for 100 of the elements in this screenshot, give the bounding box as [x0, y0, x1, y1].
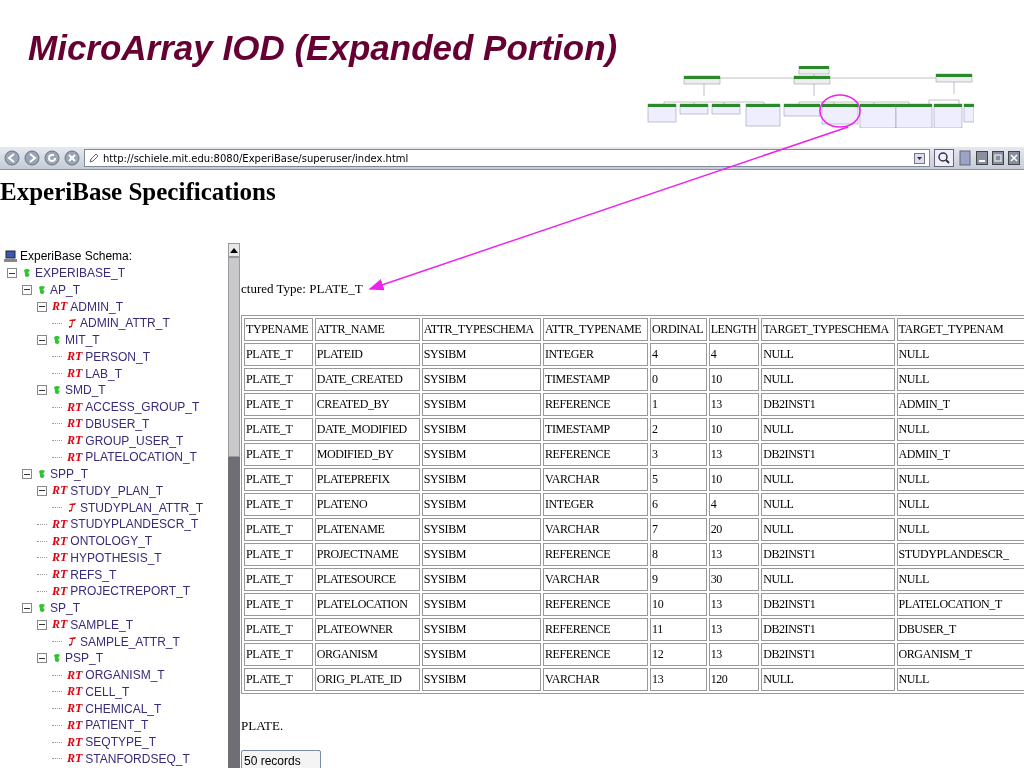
tree-item[interactable]: CHEMICAL_T [85, 701, 162, 716]
expand-toggle[interactable] [37, 385, 47, 396]
table-cell: VARCHAR [543, 518, 649, 541]
reference-type-icon: RT [52, 583, 68, 599]
table-cell: PLATE_T [244, 393, 313, 416]
tree-item[interactable]: GROUP_USER_T [85, 433, 184, 448]
expand-toggle[interactable] [37, 485, 47, 496]
tree-item[interactable]: ONTOLOGY_T [70, 534, 153, 549]
footer-text: PLATE. [241, 718, 285, 734]
dropdown-icon[interactable] [914, 152, 925, 164]
expand-toggle[interactable] [22, 469, 32, 480]
tree-item[interactable]: SPP_T [50, 467, 88, 482]
table-cell: 4 [650, 343, 707, 366]
refresh-icon[interactable] [44, 150, 60, 166]
expand-toggle[interactable] [22, 603, 32, 614]
back-icon[interactable] [4, 150, 20, 166]
tree-item[interactable]: PROJECTREPORT_T [70, 584, 191, 599]
reference-type-icon: RT [67, 701, 83, 717]
table-cell: 13 [708, 618, 760, 641]
table-cell: REFERENCE [543, 643, 649, 666]
table-cell: PLATEPREFIX [314, 468, 420, 491]
records-button[interactable]: 50 records [241, 750, 321, 768]
table-cell: REFERENCE [543, 543, 649, 566]
reference-type-icon: RT [67, 366, 83, 382]
tree-item[interactable]: ADMIN_T [70, 299, 123, 314]
scroll-up-icon[interactable] [230, 247, 238, 253]
column-header: TYPENAME [244, 318, 313, 341]
table-cell: PLATE_T [244, 643, 313, 666]
reference-type-icon: RT [67, 449, 83, 465]
forward-icon[interactable] [24, 150, 40, 166]
restore-icon[interactable] [992, 151, 1004, 165]
table-cell: PLATEOWNER [314, 618, 420, 641]
tree-item[interactable]: SEQTYPE_T [85, 735, 157, 750]
stop-icon[interactable] [64, 150, 80, 166]
table-cell: 9 [650, 568, 707, 591]
table-cell: SYSIBM [421, 568, 541, 591]
reference-type-icon: RT [67, 751, 83, 767]
tree-item[interactable]: MIT_T [65, 333, 100, 348]
column-header: ATTR_TYPESCHEMA [421, 318, 541, 341]
expand-toggle[interactable] [37, 619, 47, 630]
table-cell: PLATESOURCE [314, 568, 420, 591]
expand-toggle[interactable] [37, 301, 47, 312]
table-cell: DBUSER_T [896, 618, 1024, 641]
table-cell: NULL [761, 568, 895, 591]
expand-toggle[interactable] [37, 653, 47, 664]
table-cell: REFERENCE [543, 593, 649, 616]
tree-item[interactable]: CELL_T [85, 684, 130, 699]
tree-item[interactable]: ACCESS_GROUP_T [85, 400, 200, 415]
table-cell: 20 [708, 518, 760, 541]
tree-item[interactable]: LAB_T [85, 366, 123, 381]
tree-item[interactable]: DBUSER_T [85, 416, 150, 431]
tree-item[interactable]: STUDYPLANDESCR_T [70, 517, 199, 532]
tree-item[interactable]: STUDYPLAN_ATTR_T [80, 500, 204, 515]
close-icon[interactable] [1008, 151, 1020, 165]
table-cell: DATE_MODIFIED [314, 418, 420, 441]
table-cell: SYSIBM [421, 368, 541, 391]
table-cell: SYSIBM [421, 618, 541, 641]
table-cell: PLATE_T [244, 418, 313, 441]
tree-item[interactable]: PLATELOCATION_T [85, 450, 197, 465]
table-cell: DB2INST1 [761, 443, 895, 466]
tree-item[interactable]: SP_T [50, 601, 80, 616]
table-cell: VARCHAR [543, 468, 649, 491]
pencil-icon [89, 153, 99, 163]
tree-item[interactable]: ADMIN_ATTR_T [80, 316, 170, 331]
expand-toggle[interactable] [22, 284, 32, 295]
tree-item[interactable]: SAMPLE_T [70, 617, 134, 632]
schema-icon [52, 385, 62, 396]
tree-item[interactable]: STUDY_PLAN_T [70, 483, 164, 498]
table-cell: NULL [761, 668, 895, 691]
tree-item[interactable]: STANFORDSEQ_T [85, 751, 190, 766]
search-icon[interactable] [934, 149, 954, 167]
table-cell: PLATE_T [244, 618, 313, 641]
table-cell: SYSIBM [421, 443, 541, 466]
tree-item[interactable]: SMD_T [65, 383, 106, 398]
tree-item[interactable]: EXPERIBASE_T [35, 266, 126, 281]
table-cell: TIMESTAMP [543, 368, 649, 391]
tree-item[interactable]: AP_T [50, 282, 80, 297]
table-cell: PLATE_T [244, 343, 313, 366]
tree-item[interactable]: PERSON_T [85, 349, 151, 364]
scrollbar[interactable] [228, 243, 240, 768]
table-cell: 2 [650, 418, 707, 441]
tree-item[interactable]: ORGANISM_T [85, 668, 165, 683]
attribute-icon [67, 317, 77, 329]
table-cell: 13 [708, 443, 760, 466]
tree-item[interactable]: SAMPLE_ATTR_T [80, 634, 180, 649]
expand-toggle[interactable] [7, 268, 17, 279]
table-cell: 3 [650, 443, 707, 466]
table-cell: PLATE_T [244, 568, 313, 591]
minimize-icon[interactable] [976, 151, 988, 165]
tree-item[interactable]: HYPOTHESIS_T [70, 550, 162, 565]
tree-item[interactable]: PSP_T [65, 651, 103, 666]
table-cell: NULL [896, 468, 1024, 491]
table-cell: PLATEID [314, 343, 420, 366]
table-cell: ADMIN_T [896, 443, 1024, 466]
table-cell: NULL [896, 518, 1024, 541]
expand-toggle[interactable] [37, 335, 47, 346]
tree-item[interactable]: PATIENT_T [85, 718, 149, 733]
table-cell: DB2INST1 [761, 643, 895, 666]
tree-item[interactable]: REFS_T [70, 567, 117, 582]
address-field[interactable]: http://schiele.mit.edu:8080/ExperiBase/superuser/index.html [84, 149, 930, 167]
